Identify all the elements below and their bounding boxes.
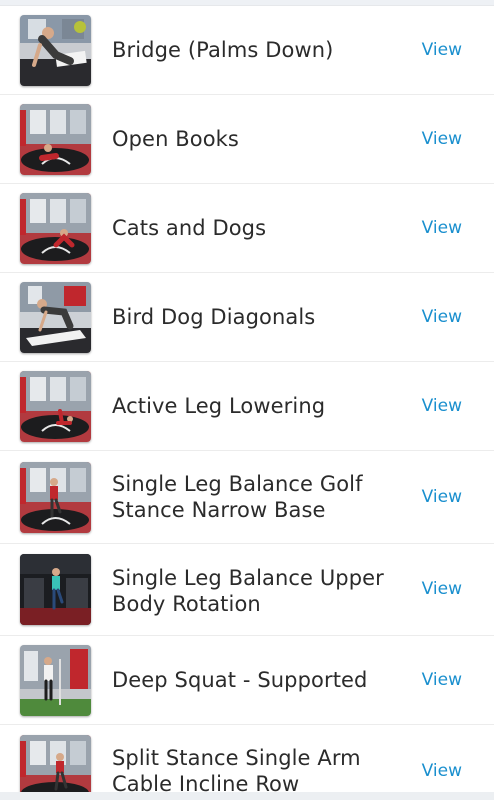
exercise-title: Deep Squat - Supported: [112, 668, 368, 692]
view-link[interactable]: View: [422, 396, 462, 416]
exercise-thumbnail[interactable]: [20, 554, 91, 625]
exercise-thumbnail[interactable]: [20, 645, 91, 716]
list-item[interactable]: Deep Squat - Supported View: [0, 636, 494, 725]
view-link[interactable]: View: [422, 487, 462, 507]
exercise-title: Single Leg Balance Golf Stance Narrow Ba…: [112, 472, 363, 522]
exercise-title: Open Books: [112, 127, 239, 151]
exercise-list: Bridge (Palms Down) View Open Books View: [0, 6, 494, 800]
list-item[interactable]: Cats and Dogs View: [0, 184, 494, 273]
view-link[interactable]: View: [422, 129, 462, 149]
exercise-thumbnail[interactable]: [20, 462, 91, 533]
view-link[interactable]: View: [422, 40, 462, 60]
list-item[interactable]: Active Leg Lowering View: [0, 362, 494, 451]
list-item[interactable]: Single Leg Balance Golf Stance Narrow Ba…: [0, 451, 494, 544]
exercise-title: Cats and Dogs: [112, 216, 267, 240]
view-link[interactable]: View: [422, 761, 462, 781]
view-link[interactable]: View: [422, 307, 462, 327]
list-item[interactable]: Single Leg Balance Upper Body Rotation V…: [0, 544, 494, 636]
exercise-title: Bird Dog Diagonals: [112, 305, 316, 329]
view-link[interactable]: View: [422, 579, 462, 599]
exercise-title: Single Leg Balance Upper Body Rotation: [112, 566, 384, 616]
exercise-thumbnail[interactable]: [20, 193, 91, 264]
list-item[interactable]: Bridge (Palms Down) View: [0, 6, 494, 95]
exercise-thumbnail[interactable]: [20, 371, 91, 442]
exercise-title: Split Stance Single Arm Cable Incline Ro…: [112, 746, 361, 796]
exercise-title: Active Leg Lowering: [112, 394, 326, 418]
exercise-thumbnail[interactable]: [20, 104, 91, 175]
exercise-thumbnail[interactable]: [20, 282, 91, 353]
exercise-thumbnail[interactable]: [20, 735, 91, 800]
view-link[interactable]: View: [422, 670, 462, 690]
list-item[interactable]: Split Stance Single Arm Cable Incline Ro…: [0, 725, 494, 800]
view-link[interactable]: View: [422, 218, 462, 238]
list-item[interactable]: Open Books View: [0, 95, 494, 184]
list-item[interactable]: Bird Dog Diagonals View: [0, 273, 494, 362]
exercise-title: Bridge (Palms Down): [112, 38, 334, 62]
bottom-bar: [0, 792, 494, 800]
exercise-thumbnail[interactable]: [20, 15, 91, 86]
